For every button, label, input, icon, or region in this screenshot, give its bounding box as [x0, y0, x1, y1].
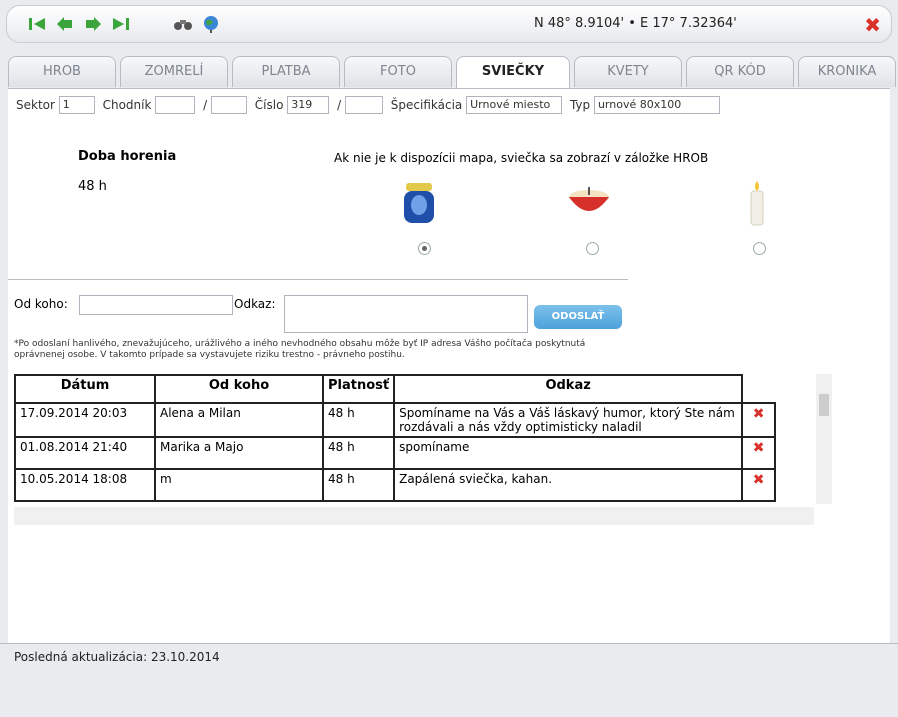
od-koho-label: Od koho:: [14, 297, 68, 311]
send-button[interactable]: ODOSLAŤ: [534, 305, 622, 329]
specifikacia-field[interactable]: Urnové miesto: [466, 96, 563, 114]
blue-lantern-candle-icon[interactable]: [394, 179, 444, 229]
delete-icon[interactable]: ✖: [741, 436, 777, 470]
table-header-row: Dátum Od koho Platnosť Odkaz: [14, 374, 776, 404]
first-icon[interactable]: [27, 15, 47, 33]
sektor-field[interactable]: 1: [58, 96, 95, 114]
typ-label: Typ: [569, 98, 591, 112]
header-od-koho: Od koho: [154, 374, 324, 404]
chodnik-field[interactable]: [155, 96, 196, 114]
sektor-label: Sektor: [16, 98, 55, 112]
odkaz-textarea[interactable]: [284, 295, 528, 333]
close-icon[interactable]: ✖: [864, 13, 881, 37]
candle-radio-3[interactable]: [753, 242, 766, 255]
candle-radio-2[interactable]: [586, 242, 599, 255]
cell-od-koho: Marika a Majo: [154, 436, 324, 470]
tab-zomreli[interactable]: ZOMRELÍ: [120, 56, 228, 87]
gps-coordinates: N 48° 8.9104' • E 17° 7.32364': [534, 16, 737, 31]
cell-odkaz: Spomíname na Vás a Váš láskavý humor, kt…: [393, 402, 744, 438]
chodnik-label: Chodník: [102, 98, 152, 112]
cell-platnost: 48 h: [321, 402, 396, 438]
table-horizontal-scrollbar[interactable]: [14, 507, 814, 525]
header-delete-spacer: [742, 375, 776, 403]
prev-icon[interactable]: [55, 15, 75, 33]
tab-kronika[interactable]: KRONIKA: [798, 56, 896, 87]
table-vertical-scrollbar[interactable]: [816, 374, 832, 504]
scroll-thumb[interactable]: [819, 394, 829, 416]
disclaimer-text: *Po odoslaní hanlivého, znevažujúceho, u…: [14, 339, 586, 360]
cell-platnost: 48 h: [321, 436, 396, 470]
table-row: 01.08.2014 21:40 Marika a Majo 48 h spom…: [14, 436, 777, 470]
cell-datum: 10.05.2014 18:08: [14, 468, 156, 502]
specifikacia-label: Špecifikácia: [390, 98, 463, 112]
typ-field[interactable]: urnové 80x100: [593, 96, 720, 114]
tab-hrob[interactable]: HROB: [8, 56, 116, 87]
cislo-field[interactable]: 319: [287, 96, 330, 114]
od-koho-input[interactable]: [79, 295, 233, 315]
tab-qr-kod[interactable]: QR KÓD: [686, 56, 794, 87]
cell-platnost: 48 h: [321, 468, 396, 502]
red-bowl-candle-icon[interactable]: [564, 179, 614, 229]
tab-platba[interactable]: PLATBA: [232, 56, 340, 87]
cell-od-koho: m: [154, 468, 324, 502]
header-odkaz: Odkaz: [393, 374, 744, 404]
slash-2: /: [337, 98, 342, 112]
odkaz-label: Odkaz:: [234, 297, 276, 311]
tab-kvety[interactable]: KVETY: [574, 56, 682, 87]
chodnik2-field[interactable]: [210, 96, 247, 114]
next-icon[interactable]: [83, 15, 103, 33]
slash-1: /: [203, 98, 208, 112]
delete-icon[interactable]: ✖: [741, 468, 777, 502]
cell-odkaz: Zapálená sviečka, kahan.: [393, 468, 744, 502]
binoculars-icon[interactable]: [173, 15, 193, 33]
tab-sviecky[interactable]: SVIEČKY: [456, 56, 570, 89]
header-datum: Dátum: [14, 374, 156, 404]
globe-icon[interactable]: [201, 15, 221, 33]
grave-filter-row: Sektor 1 Chodník / Číslo 319 / Špecifiká…: [16, 96, 724, 114]
top-toolbar: N 48° 8.9104' • E 17° 7.32364' ✖: [6, 5, 892, 43]
delete-icon[interactable]: ✖: [741, 402, 777, 438]
footer-divider: [0, 643, 898, 644]
doba-horenia-value: 48 h: [78, 179, 107, 194]
messages-grid: Dátum Od koho Platnosť Odkaz 17.09.2014 …: [14, 374, 834, 526]
cislo-label: Číslo: [254, 98, 284, 112]
last-update: Posledná aktualizácia: 23.10.2014: [14, 650, 220, 664]
doba-horenia-title: Doba horenia: [78, 149, 177, 164]
cell-datum: 01.08.2014 21:40: [14, 436, 156, 470]
candle-radio-1[interactable]: [418, 242, 431, 255]
last-icon[interactable]: [111, 15, 131, 33]
table-row: 17.09.2014 20:03 Alena a Milan 48 h Spom…: [14, 402, 777, 438]
map-note: Ak nie je k dispozícii mapa, sviečka sa …: [334, 151, 709, 165]
cell-od-koho: Alena a Milan: [154, 402, 324, 438]
section-divider: [8, 279, 628, 280]
sviecky-panel: Sektor 1 Chodník / Číslo 319 / Špecifiká…: [8, 88, 890, 644]
cell-odkaz: spomíname: [393, 436, 744, 470]
cell-datum: 17.09.2014 20:03: [14, 402, 156, 438]
white-candle-icon[interactable]: [732, 179, 782, 229]
tab-bar: HROB ZOMRELÍ PLATBA FOTO SVIEČKY KVETY Q…: [0, 56, 898, 89]
tab-foto[interactable]: FOTO: [344, 56, 452, 87]
cislo2-field[interactable]: [344, 96, 383, 114]
table-row: 10.05.2014 18:08 m 48 h Zapálená sviečka…: [14, 468, 777, 502]
header-platnost: Platnosť: [321, 374, 396, 404]
messages-table: Dátum Od koho Platnosť Odkaz 17.09.2014 …: [14, 374, 777, 502]
